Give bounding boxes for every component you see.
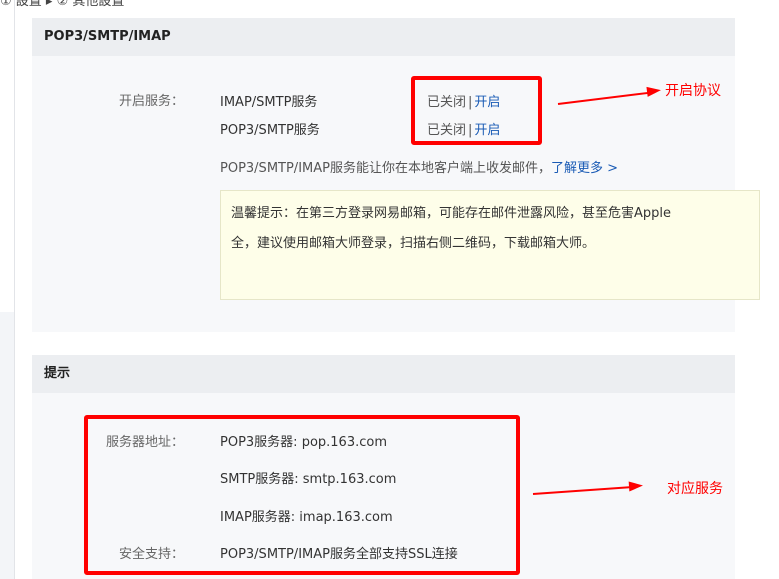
annotation-enable-protocol: 开启协议 xyxy=(665,83,721,99)
pop3-smtp-service-name: POP3/SMTP服务 xyxy=(220,123,320,138)
arrow-head-servers xyxy=(628,480,644,492)
sidebar-pane xyxy=(0,312,14,579)
panel-title-tips: 提示 xyxy=(32,355,735,393)
imap-smtp-service-name: IMAP/SMTP服务 xyxy=(220,95,318,110)
highlight-box-servers xyxy=(84,415,520,575)
arrow-head-enable xyxy=(646,85,662,97)
panel-title-pop-smtp-imap: POP3/SMTP/IMAP xyxy=(32,18,735,56)
breadcrumb: ① 設置 ▸ ② 其他設置 xyxy=(0,0,125,9)
sidebar-divider xyxy=(14,0,15,579)
service-description: POP3/SMTP/IMAP服务能让你在本地客户端上收发邮件， xyxy=(220,161,551,176)
service-description-row: POP3/SMTP/IMAP服务能让你在本地客户端上收发邮件，了解更多 > xyxy=(220,157,618,176)
notice-line-2: 全，建议使用邮箱大师登录，扫描右侧二维码，下载邮箱大师。 xyxy=(231,236,596,251)
notice-line-1: 温馨提示：在第三方登录网易邮箱，可能存在邮件泄露风险，甚至危害Apple xyxy=(231,206,672,221)
highlight-box-enable xyxy=(411,76,542,145)
security-notice: 温馨提示：在第三方登录网易邮箱，可能存在邮件泄露风险，甚至危害Apple 全，建… xyxy=(220,190,760,300)
annotation-corresponding-service: 对应服务 xyxy=(667,481,723,497)
enable-service-label: 开启服务： xyxy=(119,94,185,109)
learn-more-link[interactable]: 了解更多 > xyxy=(551,161,618,176)
